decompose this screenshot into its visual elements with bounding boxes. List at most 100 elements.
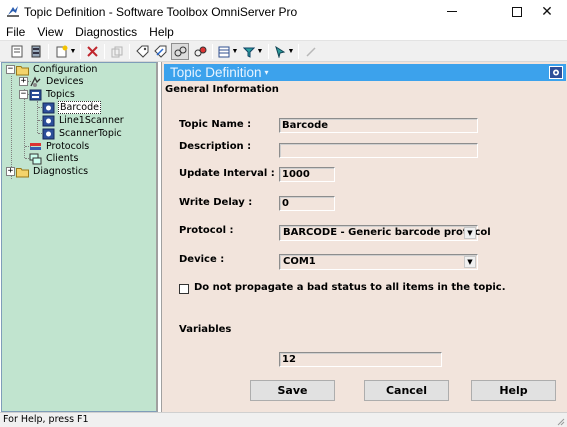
link-add-icon <box>194 46 206 57</box>
grid-view-icon <box>218 46 230 57</box>
panel-header[interactable]: Topic Definition ▾ <box>164 64 566 81</box>
tag-icon <box>135 45 148 58</box>
chevron-down-icon: ▼ <box>467 228 473 237</box>
topic-header-icon <box>549 66 563 79</box>
new-item-icon <box>56 45 68 58</box>
menu-help[interactable]: Help <box>143 23 180 40</box>
write-delay-label: Write Delay : <box>179 197 253 208</box>
update-interval-field[interactable]: 1000 <box>279 167 335 182</box>
menu-diagnostics[interactable]: Diagnostics <box>69 23 143 40</box>
topic-icon <box>42 128 55 139</box>
propagate-label[interactable]: Do not propagate a bad status to all ite… <box>194 282 506 293</box>
update-interval-label: Update Interval : <box>179 168 275 179</box>
properties-button[interactable] <box>9 43 25 60</box>
protocol-dropdown-button[interactable]: ▼ <box>464 227 476 239</box>
description-label: Description : <box>179 141 252 152</box>
topic-icon <box>42 115 55 126</box>
tree-item-topics[interactable]: Topics <box>29 88 76 101</box>
protocols-icon <box>30 142 41 150</box>
server-button[interactable] <box>28 43 44 60</box>
properties-icon <box>11 45 23 58</box>
toolbar-separator <box>268 44 269 59</box>
new-item-button[interactable]: ▼ <box>55 43 77 60</box>
variables-label: Variables <box>179 324 232 335</box>
toolbar-separator <box>212 44 213 59</box>
tree-line <box>24 89 25 158</box>
minimize-button[interactable] <box>429 0 475 23</box>
tree-item-line1scanner[interactable]: Line1Scanner <box>42 114 125 127</box>
devices-icon <box>30 76 41 87</box>
tag-edit-button[interactable] <box>152 43 168 60</box>
cancel-button[interactable]: Cancel <box>364 380 449 401</box>
tree-item-clients[interactable]: Clients <box>29 152 79 165</box>
toolbar-separator <box>80 44 81 59</box>
device-select[interactable]: COM1 ▼ <box>279 254 478 270</box>
topic-icon <box>42 102 55 113</box>
tree-expand-diagnostics[interactable]: + <box>6 167 15 176</box>
menu-file[interactable]: File <box>0 23 31 40</box>
tree-item-diagnostics[interactable]: Diagnostics <box>16 165 89 178</box>
copy-button[interactable] <box>109 43 125 60</box>
toolbar-separator <box>48 44 49 59</box>
filter-icon <box>242 47 255 58</box>
grid-view-button[interactable]: ▼ <box>217 43 239 60</box>
tree-line <box>37 101 38 133</box>
device-label: Device : <box>179 254 225 265</box>
write-delay-field[interactable]: 0 <box>279 196 335 211</box>
save-button[interactable]: Save <box>250 380 335 401</box>
delete-icon <box>86 46 98 57</box>
close-icon: ✕ <box>541 3 553 19</box>
app-icon <box>7 6 19 17</box>
toolbar-separator <box>104 44 105 59</box>
protocol-label: Protocol : <box>179 225 234 236</box>
description-field[interactable] <box>279 143 478 158</box>
title-bar: Topic Definition - Software Toolbox Omni… <box>0 0 567 23</box>
tree-collapse-topics[interactable]: − <box>19 90 28 99</box>
topics-icon <box>29 89 42 100</box>
toolbar: ▼ ▼ ▼ ▼ <box>0 40 567 62</box>
link-icon <box>174 46 186 57</box>
cursor-icon <box>274 45 285 58</box>
folder-icon <box>16 65 29 75</box>
toolbar-separator <box>129 44 130 59</box>
tree-item-barcode[interactable]: Barcode <box>42 101 101 114</box>
pencil-icon <box>306 46 316 57</box>
close-button[interactable]: ✕ <box>524 0 567 23</box>
filter-button[interactable]: ▼ <box>242 43 264 60</box>
tree-collapse-configuration[interactable]: − <box>6 65 15 74</box>
maximize-icon <box>512 6 522 17</box>
link-add-button[interactable] <box>192 43 208 60</box>
status-text: For Help, press F1 <box>3 414 89 425</box>
folder-icon <box>16 167 29 177</box>
propagate-checkbox[interactable] <box>179 284 189 294</box>
cursor-button[interactable]: ▼ <box>273 43 295 60</box>
device-value: COM1 <box>283 256 316 267</box>
tree-expand-devices[interactable]: + <box>19 77 28 86</box>
status-bar: For Help, press F1 <box>0 412 567 427</box>
help-button[interactable]: Help <box>471 380 556 401</box>
tree-line <box>11 76 12 179</box>
disabled-copy-icon <box>111 46 123 57</box>
window-title: Topic Definition - Software Toolbox Omni… <box>24 5 298 19</box>
panel-header-title: Topic Definition ▾ <box>170 65 269 80</box>
toolbar-separator <box>298 44 299 59</box>
tree-item-devices[interactable]: Devices <box>29 75 84 88</box>
topic-name-label: Topic Name : <box>179 119 252 130</box>
delete-button[interactable] <box>84 43 100 60</box>
device-dropdown-button[interactable]: ▼ <box>464 256 476 268</box>
menu-view[interactable]: View <box>31 23 69 40</box>
protocol-value: BARCODE - Generic barcode protocol <box>283 227 491 238</box>
resize-grip-icon[interactable] <box>555 416 565 426</box>
server-icon <box>31 45 41 58</box>
topic-name-field[interactable]: Barcode <box>279 118 478 133</box>
tag-button[interactable] <box>134 43 150 60</box>
section-title: General Information <box>165 84 279 95</box>
link-button[interactable] <box>171 43 189 60</box>
protocol-select[interactable]: BARCODE - Generic barcode protocol ▼ <box>279 225 491 241</box>
tree-view[interactable]: − + − + Configuration Devices Topics Bar… <box>1 62 158 412</box>
tree-item-scannertopic[interactable]: ScannerTopic <box>42 127 123 140</box>
tag-edit-icon <box>153 45 166 58</box>
pencil-button[interactable] <box>303 43 319 60</box>
clients-icon <box>29 153 42 164</box>
menu-bar: File View Diagnostics Help <box>0 23 567 40</box>
